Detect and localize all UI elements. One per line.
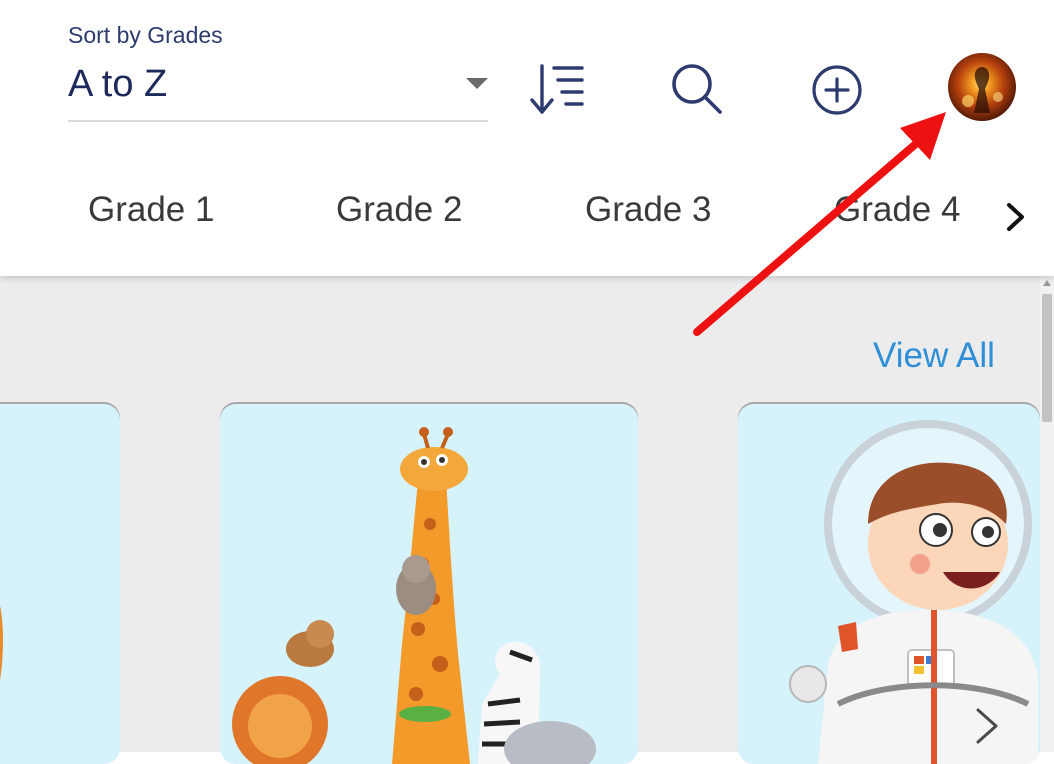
caret-down-icon	[466, 78, 488, 89]
chevron-right-icon[interactable]	[1004, 202, 1028, 237]
sort-value: A to Z	[68, 63, 168, 105]
tab-grade-2[interactable]: Grade 2	[336, 190, 462, 230]
top-bar: Sort by Grades A to Z Grade 1 Grade 2 Gr…	[0, 0, 1054, 276]
tab-grade-3[interactable]: Grade 3	[585, 190, 711, 230]
vertical-scrollbar[interactable]	[1040, 276, 1054, 752]
tab-grade-4[interactable]: Grade 4	[834, 190, 960, 230]
avatar-image	[962, 67, 1003, 113]
sort-caption: Sort by Grades	[68, 22, 223, 48]
lion-illustration	[0, 605, 4, 680]
profile-avatar[interactable]	[948, 53, 1016, 121]
scroll-up-icon[interactable]	[1043, 280, 1051, 286]
sort-dropdown[interactable]: A to Z	[68, 58, 488, 122]
zoo-animals-illustration	[232, 427, 596, 764]
scrollbar-thumb[interactable]	[1042, 294, 1052, 422]
book-card-2[interactable]	[220, 404, 638, 764]
add-circle-icon[interactable]	[811, 64, 863, 116]
book-card-1[interactable]	[0, 404, 120, 764]
sort-order-icon[interactable]	[528, 62, 586, 120]
search-icon[interactable]	[670, 62, 726, 118]
tab-grade-1[interactable]: Grade 1	[88, 190, 214, 230]
content-area: View All	[0, 276, 1054, 764]
carousel-next-icon[interactable]	[972, 706, 1002, 751]
view-all-link[interactable]: View All	[873, 336, 995, 376]
